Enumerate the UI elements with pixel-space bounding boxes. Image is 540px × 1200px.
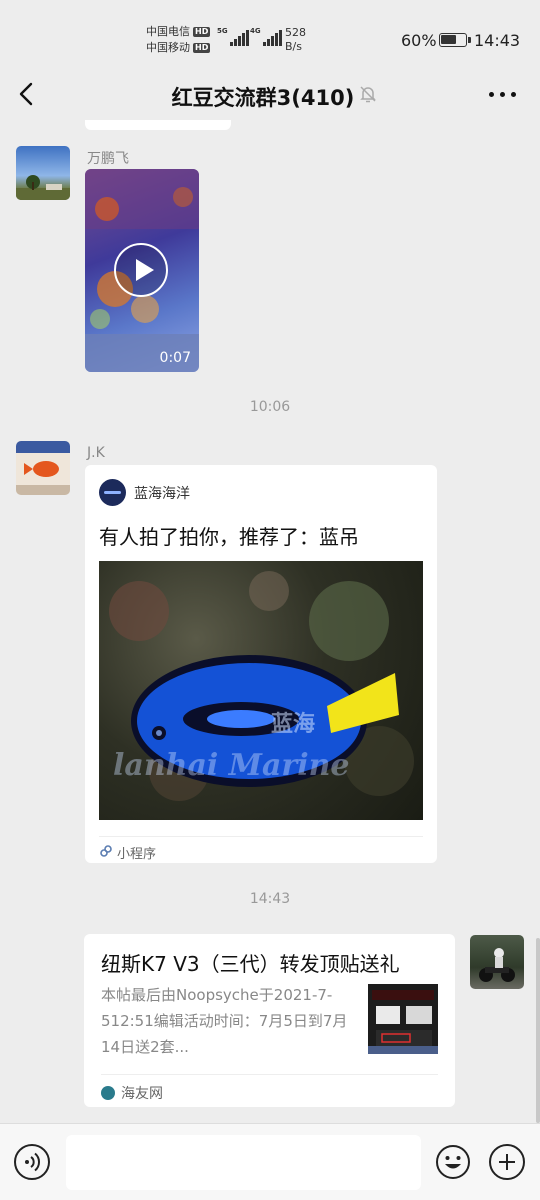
link-card[interactable]: 纽斯K7 V3（三代）转发顶贴送礼 本帖最后由Noopsyche于2021-7-…	[84, 934, 455, 1107]
emoji-icon[interactable]	[435, 1144, 471, 1180]
battery-percent: 60%	[401, 31, 437, 50]
svg-text:lanhai Marine: lanhai Marine	[113, 748, 349, 783]
signal-4g-icon: 4G	[250, 28, 282, 46]
scrollbar[interactable]	[536, 938, 540, 1123]
message-input[interactable]	[66, 1135, 421, 1190]
plus-icon[interactable]	[489, 1144, 525, 1180]
previous-message-bubble[interactable]	[85, 120, 231, 130]
battery-icon	[439, 33, 471, 47]
hd-badge: HD	[193, 43, 211, 53]
sender-name: 万鹏飞	[87, 151, 129, 167]
link-title: 纽斯K7 V3（三代）转发顶贴送礼	[101, 952, 400, 976]
voice-icon[interactable]	[14, 1144, 50, 1180]
signal-5g-icon: 5G	[217, 28, 249, 46]
video-message[interactable]: 0:07	[85, 169, 199, 372]
speed-value: 528	[285, 26, 306, 39]
mini-program-label: 小程序	[117, 847, 157, 862]
carrier-2: 中国移动	[146, 41, 190, 54]
site-icon	[101, 1086, 115, 1100]
carrier-info: 中国电信 HD 中国移动 HD	[146, 24, 211, 56]
sender-name: J.K	[87, 445, 105, 461]
status-time: 14:43	[474, 31, 521, 50]
link-description: 本帖最后由Noopsyche于2021-7-512:51编辑活动时间：7月5日到…	[101, 986, 348, 1056]
mini-program-card[interactable]: 蓝海海洋 有人拍了拍你，推荐了：蓝吊 蓝海 lanhai Marine 小程序	[85, 465, 437, 863]
chat-title: 红豆交流群3(410)	[171, 86, 355, 110]
link-footer: 海友网	[101, 1074, 438, 1103]
link-source: 海友网	[121, 1086, 163, 1102]
time-separator: 10:06	[249, 399, 291, 415]
time-separator: 14:43	[249, 891, 291, 907]
avatar[interactable]	[16, 146, 70, 200]
play-icon[interactable]	[114, 243, 168, 297]
network-speed: 528 B/s	[285, 26, 306, 54]
link-thumbnail	[368, 984, 438, 1054]
app-name: 蓝海海洋	[134, 485, 190, 502]
video-duration: 0:07	[159, 350, 191, 366]
fish-image: 蓝海 lanhai Marine	[99, 561, 423, 820]
card-title: 有人拍了拍你，推荐了：蓝吊	[99, 525, 359, 549]
speed-unit: B/s	[285, 40, 302, 53]
avatar[interactable]	[16, 441, 70, 495]
avatar[interactable]	[470, 935, 524, 989]
input-bar	[0, 1123, 540, 1200]
chat-header: 红豆交流群3(410)	[0, 70, 540, 120]
more-dots-icon[interactable]	[489, 92, 516, 97]
message-list[interactable]: 万鹏飞 0:07 10:06 J.K 蓝海海洋 有人拍了拍你，推荐了：蓝吊 蓝海…	[0, 120, 540, 1123]
bell-off-icon	[358, 84, 378, 104]
status-bar: 中国电信 HD 中国移动 HD 5G 4G 528 B/s 60% 14:43	[0, 0, 540, 70]
carrier-1: 中国电信	[146, 25, 190, 38]
hd-badge: HD	[193, 27, 211, 37]
app-logo	[99, 479, 126, 506]
card-footer: 小程序	[99, 836, 423, 862]
svg-text:蓝海: 蓝海	[271, 711, 315, 737]
link-icon	[99, 844, 113, 862]
